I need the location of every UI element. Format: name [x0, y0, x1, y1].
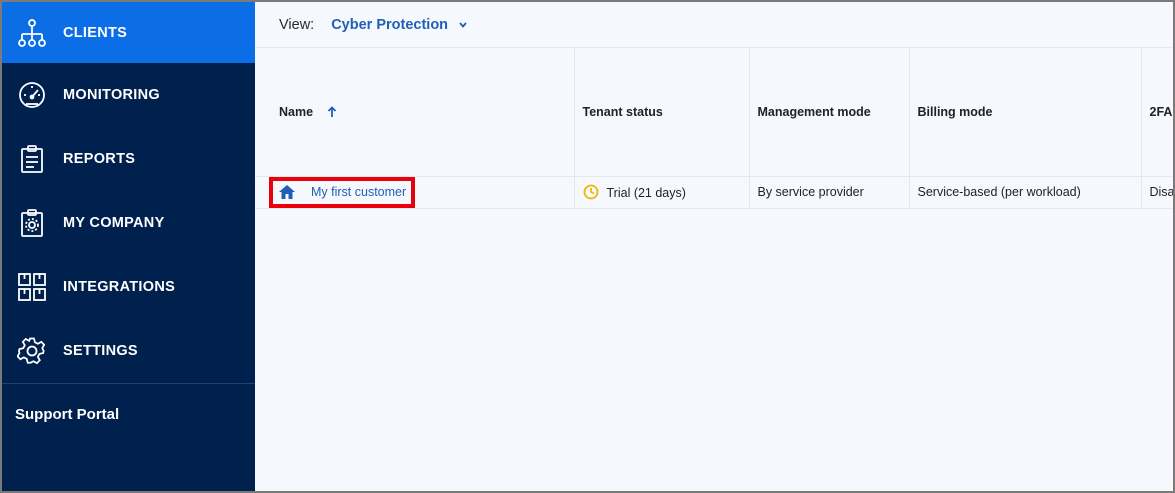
home-icon — [279, 185, 295, 199]
sidebar-item-label: MONITORING — [63, 87, 160, 103]
cell-tenant-status: Trial (21 days) — [574, 176, 750, 209]
integrations-grid-icon — [16, 271, 48, 303]
sort-ascending-icon[interactable] — [327, 105, 337, 118]
sidebar-item-label: REPORTS — [63, 151, 136, 167]
sidebar-item-label: CLIENTS — [63, 24, 128, 41]
clock-icon — [583, 184, 598, 200]
table-row[interactable]: My first customer Trial (21 days) By ser… — [255, 176, 1173, 209]
main-content: View: Cyber Protection Name Tenant statu… — [255, 2, 1173, 491]
sidebar-item-label: SETTINGS — [63, 343, 138, 359]
column-header-name[interactable]: Name — [255, 48, 575, 177]
sidebar-item-my-company[interactable]: MY COMPANY — [2, 191, 255, 255]
column-header-2fa[interactable]: 2FA — [1141, 48, 1173, 177]
sidebar-item-clients[interactable]: CLIENTS — [2, 2, 255, 63]
clients-icon — [16, 17, 48, 49]
chevron-down-icon — [459, 21, 467, 28]
app-window: CLIENTS MONITORING REPORTS MY COMPANY IN… — [0, 0, 1175, 493]
customer-link[interactable]: My first customer — [311, 185, 406, 199]
cell-management-mode: By service provider — [749, 176, 910, 209]
column-header-tenant-status[interactable]: Tenant status — [574, 48, 750, 177]
sidebar: CLIENTS MONITORING REPORTS MY COMPANY IN… — [2, 2, 255, 491]
company-gear-icon — [16, 207, 48, 239]
clipboard-icon — [16, 143, 48, 175]
view-dropdown-value: Cyber Protection — [331, 16, 449, 33]
view-bar: View: Cyber Protection — [255, 2, 1173, 48]
column-header-billing-mode[interactable]: Billing mode — [909, 48, 1142, 177]
speedometer-icon — [16, 79, 48, 111]
table-header-row: Name Tenant status Management mode Billi… — [255, 48, 1173, 177]
clients-table: Name Tenant status Management mode Billi… — [255, 48, 1173, 209]
cell-2fa: Disabled — [1141, 176, 1173, 209]
sidebar-item-label: MY COMPANY — [63, 215, 165, 231]
column-header-management-mode[interactable]: Management mode — [749, 48, 910, 177]
sidebar-item-integrations[interactable]: INTEGRATIONS — [2, 255, 255, 319]
view-label: View: — [279, 16, 315, 33]
sidebar-item-label: INTEGRATIONS — [63, 279, 176, 295]
highlight-box: My first customer — [269, 176, 416, 207]
cell-name: My first customer — [255, 176, 575, 209]
sidebar-item-reports[interactable]: REPORTS — [2, 127, 255, 191]
gear-icon — [16, 335, 48, 367]
support-portal-link[interactable]: Support Portal — [2, 384, 255, 423]
sidebar-item-monitoring[interactable]: MONITORING — [2, 63, 255, 127]
view-dropdown[interactable]: Cyber Protection — [331, 17, 468, 33]
sidebar-item-settings[interactable]: SETTINGS — [2, 319, 255, 383]
cell-billing-mode: Service-based (per workload) — [909, 176, 1142, 209]
